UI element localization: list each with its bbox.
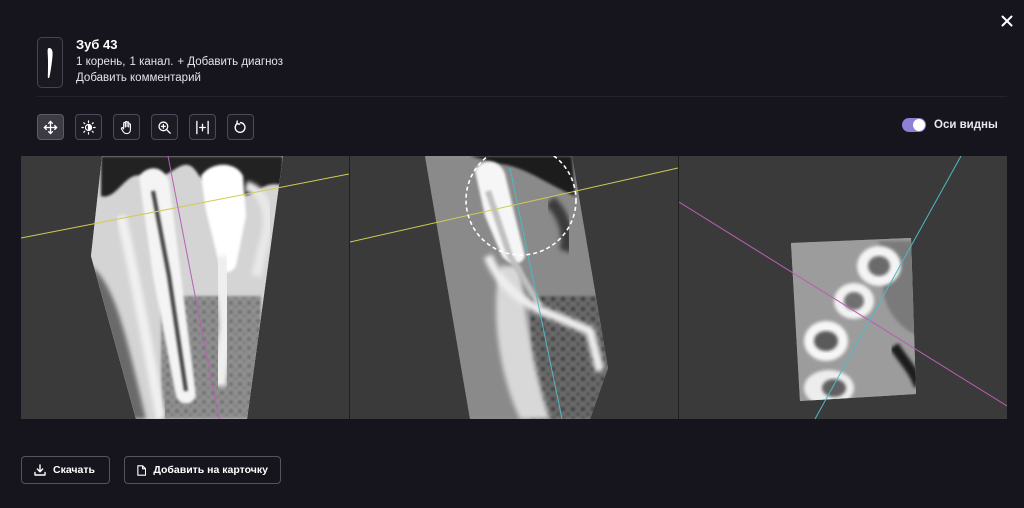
ct-cross-section-image bbox=[350, 156, 678, 419]
add-diagnosis-link[interactable]: + Добавить диагноз bbox=[177, 54, 283, 70]
tooth-summary: 1 корень, 1 канал. + Добавить диагноз bbox=[76, 54, 283, 70]
ct-pane-panoramic[interactable] bbox=[21, 156, 349, 419]
tooth-thumbnail bbox=[37, 37, 63, 88]
brightness-tool-button[interactable] bbox=[75, 114, 102, 140]
canals-count: 1 канал. bbox=[129, 56, 174, 68]
rotate-icon bbox=[234, 119, 246, 133]
ct-pane-cross-section[interactable] bbox=[350, 156, 678, 419]
download-icon bbox=[34, 464, 46, 476]
axes-switch[interactable] bbox=[902, 118, 926, 132]
ct-pane-axial[interactable] bbox=[679, 156, 1007, 419]
pan-tool-button[interactable] bbox=[113, 114, 140, 140]
tooth-root-icon bbox=[47, 47, 53, 78]
tooth-viewer-modal: Зуб 43 1 корень, 1 канал. + Добавить диа… bbox=[0, 0, 1024, 508]
ct-panoramic-image bbox=[21, 156, 349, 419]
ct-viewer bbox=[21, 156, 1007, 419]
close-icon bbox=[1001, 15, 1013, 27]
move-tool-button[interactable] bbox=[37, 114, 64, 140]
brightness-icon bbox=[81, 119, 96, 135]
tooth-info: Зуб 43 1 корень, 1 канал. + Добавить диа… bbox=[76, 37, 283, 86]
move-arrows-icon bbox=[43, 120, 58, 134]
add-to-card-button[interactable]: Добавить на карточку bbox=[124, 456, 281, 484]
axes-switch-knob bbox=[913, 119, 925, 131]
rotate-tool-button[interactable] bbox=[227, 114, 254, 140]
hand-icon bbox=[120, 120, 131, 134]
axes-visibility-label: Оси видны bbox=[934, 119, 998, 131]
add-to-card-label: Добавить на карточку bbox=[153, 464, 268, 476]
measure-tool-button[interactable] bbox=[189, 114, 216, 140]
document-icon bbox=[137, 464, 147, 476]
roots-count: 1 корень, bbox=[76, 56, 126, 68]
zoom-tool-button[interactable] bbox=[151, 114, 178, 140]
ruler-icon bbox=[196, 120, 209, 134]
tooth-title: Зуб 43 bbox=[76, 37, 118, 52]
viewer-toolbar bbox=[37, 114, 254, 140]
header-divider bbox=[37, 96, 1007, 97]
download-label: Скачать bbox=[53, 464, 95, 476]
download-button[interactable]: Скачать bbox=[21, 456, 110, 484]
zoom-in-icon bbox=[158, 120, 171, 134]
ct-axial-image bbox=[679, 156, 1007, 419]
axes-visibility-toggle[interactable]: Оси видны bbox=[902, 118, 998, 132]
add-comment-link[interactable]: Добавить комментарий bbox=[76, 70, 283, 86]
close-button[interactable] bbox=[996, 10, 1018, 32]
